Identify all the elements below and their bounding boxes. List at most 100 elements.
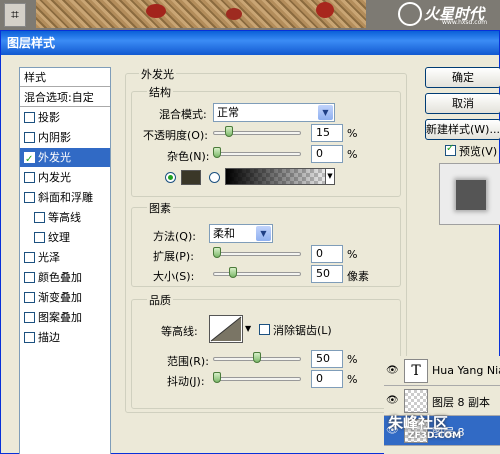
style-list-item[interactable]: 颜色叠加	[20, 268, 110, 287]
style-checkbox[interactable]	[24, 332, 35, 343]
style-checkbox[interactable]	[24, 172, 35, 183]
style-checkbox[interactable]	[24, 112, 35, 123]
style-list-item[interactable]: 渐变叠加	[20, 288, 110, 307]
dialog-title: 图层样式	[1, 31, 499, 55]
jitter-slider[interactable]	[213, 377, 301, 381]
blend-options-item[interactable]: 混合选项:自定	[20, 88, 110, 107]
style-list-item[interactable]: 投影	[20, 108, 110, 127]
style-list-item[interactable]: 外发光	[20, 148, 110, 169]
spread-slider-thumb[interactable]	[213, 247, 221, 258]
spread-input[interactable]: 0	[311, 245, 343, 263]
canvas-flower	[226, 8, 242, 20]
preview-swatch	[456, 180, 486, 210]
contour-label: 等高线:	[161, 325, 198, 338]
style-checkbox[interactable]	[24, 150, 35, 169]
preview-label: 预览(V)	[459, 145, 498, 158]
layer-thumb	[404, 389, 428, 413]
style-preview	[439, 163, 500, 225]
antialias-label: 消除锯齿(L)	[273, 324, 332, 337]
style-checkbox[interactable]	[24, 132, 35, 143]
site-logo: 火星时代 www.hxsd.com	[398, 2, 498, 28]
spread-slider[interactable]	[213, 252, 301, 256]
layer-row[interactable]: 👁 T Hua Yang Nia	[384, 356, 500, 386]
style-list-item-label: 内发光	[38, 171, 71, 184]
range-label: 范围(R):	[167, 355, 209, 368]
layer-name: Hua Yang Nia	[432, 364, 500, 377]
size-input[interactable]: 50	[311, 265, 343, 283]
chevron-down-icon: ▼	[325, 169, 334, 184]
section-title: 外发光	[139, 66, 176, 82]
style-list-item-label: 图案叠加	[38, 311, 82, 324]
eye-icon[interactable]: 👁	[386, 395, 400, 406]
structure-title: 结构	[147, 84, 173, 100]
opacity-label: 不透明度(O):	[143, 129, 208, 142]
style-checkbox[interactable]	[24, 192, 35, 203]
opacity-input[interactable]: 15	[311, 124, 343, 142]
style-list-item[interactable]: 等高线	[20, 208, 110, 227]
cancel-button[interactable]: 取消	[425, 93, 500, 114]
contour-curve-icon	[210, 316, 242, 342]
method-value: 柔和	[213, 227, 235, 240]
new-style-button[interactable]: 新建样式(W)...	[425, 119, 500, 140]
chevron-down-icon[interactable]: ▼	[245, 315, 255, 343]
range-slider-thumb[interactable]	[253, 352, 261, 363]
blend-mode-select[interactable]: 正常 ▼	[213, 103, 335, 122]
jitter-slider-thumb[interactable]	[213, 372, 221, 383]
glow-gradient-radio[interactable]	[209, 172, 220, 183]
ok-button[interactable]: 确定	[425, 67, 500, 88]
blend-mode-value: 正常	[217, 106, 239, 119]
style-list-item[interactable]: 斜面和浮雕	[20, 188, 110, 207]
style-list-item-label: 等高线	[48, 211, 81, 224]
opacity-slider-thumb[interactable]	[225, 126, 233, 137]
layer-name: 图层 8 副本	[432, 396, 490, 409]
style-list-item-label: 斜面和浮雕	[38, 191, 93, 204]
glow-color-radio[interactable]	[165, 172, 176, 183]
watermark: 朱峰社区 ZF3D.COM	[388, 412, 461, 441]
style-list-item[interactable]: 光泽	[20, 248, 110, 267]
size-slider-thumb[interactable]	[229, 267, 237, 278]
method-label: 方法(Q):	[153, 230, 196, 243]
style-checkbox[interactable]	[24, 292, 35, 303]
blend-mode-label: 混合模式:	[159, 108, 207, 121]
style-checkbox[interactable]	[34, 232, 45, 243]
watermark-text: 朱峰社区	[388, 414, 449, 432]
noise-slider[interactable]	[213, 152, 301, 156]
chevron-down-icon: ▼	[318, 105, 333, 120]
method-select[interactable]: 柔和 ▼	[209, 224, 273, 243]
canvas-flower	[146, 4, 166, 18]
style-checkbox[interactable]	[24, 252, 35, 263]
size-label: 大小(S):	[153, 270, 195, 283]
eye-icon[interactable]: 👁	[386, 365, 400, 376]
style-list-header[interactable]: 样式	[20, 68, 110, 87]
style-list-item-label: 投影	[38, 111, 60, 124]
style-list-item-label: 内阴影	[38, 131, 71, 144]
size-unit: 像素	[347, 270, 369, 283]
spread-label: 扩展(P):	[153, 250, 194, 263]
glow-gradient-picker[interactable]: ▼	[225, 168, 335, 185]
style-list-item[interactable]: 图案叠加	[20, 308, 110, 327]
style-list-item-label: 外发光	[38, 151, 71, 164]
style-checkbox[interactable]	[34, 212, 45, 223]
watermark-sub: ZF3D.COM	[408, 431, 462, 441]
contour-picker[interactable]	[209, 315, 243, 343]
range-input[interactable]: 50	[311, 350, 343, 368]
style-checkbox[interactable]	[24, 312, 35, 323]
antialias-checkbox[interactable]	[259, 324, 270, 335]
style-list-item-label: 光泽	[38, 251, 60, 264]
glow-color-swatch[interactable]	[181, 170, 201, 185]
photoshop-background: ⌗ 火星时代 www.hxsd.com	[0, 0, 500, 30]
canvas-flower	[316, 2, 334, 18]
text-layer-thumb: T	[404, 359, 428, 383]
size-slider[interactable]	[213, 272, 301, 276]
style-list-item[interactable]: 内发光	[20, 168, 110, 187]
style-list-item[interactable]: 内阴影	[20, 128, 110, 147]
noise-input[interactable]: 0	[311, 145, 343, 163]
style-checkbox[interactable]	[24, 272, 35, 283]
crop-tool-icon[interactable]: ⌗	[4, 3, 26, 27]
style-list-item[interactable]: 纹理	[20, 228, 110, 247]
noise-slider-thumb[interactable]	[213, 147, 221, 158]
jitter-input[interactable]: 0	[311, 370, 343, 388]
style-list-item[interactable]: 描边	[20, 328, 110, 347]
jitter-label: 抖动(J):	[167, 375, 205, 388]
preview-checkbox[interactable]	[445, 143, 456, 156]
